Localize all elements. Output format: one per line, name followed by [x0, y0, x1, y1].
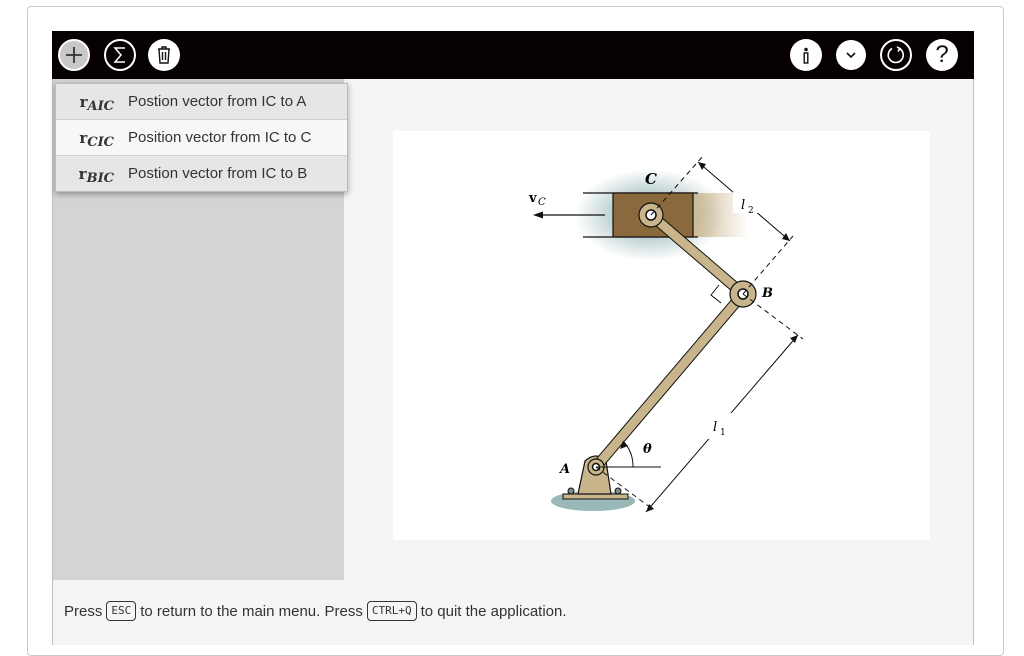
add-dropdown-menu: rAIC Postion vector from IC to A rCIC Po…: [55, 83, 348, 192]
l1-label: l: [713, 420, 717, 435]
help-button[interactable]: ?: [926, 39, 958, 71]
info-icon: [803, 47, 809, 64]
reset-icon: [887, 46, 904, 64]
help-icon: ?: [935, 41, 949, 68]
footer-hint: Press ESC to return to the main menu. Pr…: [64, 598, 567, 624]
add-button[interactable]: [58, 39, 90, 71]
dropdown-item-raic[interactable]: rAIC Postion vector from IC to A: [56, 84, 347, 120]
toolbar: ?: [52, 31, 974, 79]
chevron-down-icon: [846, 52, 856, 59]
plus-icon: [66, 47, 82, 63]
svg-text:C: C: [538, 197, 546, 208]
l2-label: l: [741, 198, 745, 213]
ctrl-q-key: CTRL+Q: [366, 601, 417, 621]
sum-button[interactable]: [104, 39, 136, 71]
vc-label: v: [528, 191, 537, 206]
point-c-label: C: [645, 170, 657, 188]
dropdown-item-label: Position vector from IC to C: [128, 129, 312, 146]
vector-symbol: rAIC: [79, 92, 114, 114]
mechanism-diagram: v C C B A θ l 2 l 1: [528, 155, 804, 513]
dropdown-item-rcic[interactable]: rCIC Position vector from IC to C: [56, 120, 347, 156]
vector-symbol: rCIC: [79, 128, 114, 150]
info-button[interactable]: [790, 39, 822, 71]
point-a-label: A: [558, 462, 570, 477]
theta-label: θ: [643, 442, 652, 457]
svg-text:1: 1: [720, 428, 726, 438]
footer-text-2: to return to the main menu. Press: [140, 602, 363, 620]
vector-symbol: rBIC: [78, 164, 114, 186]
link-ab: [591, 289, 748, 472]
svg-text:2: 2: [748, 206, 754, 216]
trash-icon: [158, 46, 170, 64]
dropdown-item-label: Postion vector from IC to B: [128, 165, 308, 182]
dropdown-item-rbic[interactable]: rBIC Postion vector from IC to B: [56, 156, 347, 191]
collapse-button[interactable]: [836, 40, 866, 70]
dropdown-item-label: Postion vector from IC to A: [128, 93, 307, 110]
mechanism-figure: v C C B A θ l 2 l 1: [393, 131, 930, 540]
trash-button[interactable]: [148, 39, 180, 71]
sigma-icon: [113, 47, 125, 63]
footer-text-3: to quit the application.: [420, 602, 567, 620]
footer-text-1: Press: [64, 602, 103, 620]
point-b-label: B: [761, 286, 773, 301]
reset-button[interactable]: [880, 39, 912, 71]
esc-key: ESC: [106, 601, 137, 621]
